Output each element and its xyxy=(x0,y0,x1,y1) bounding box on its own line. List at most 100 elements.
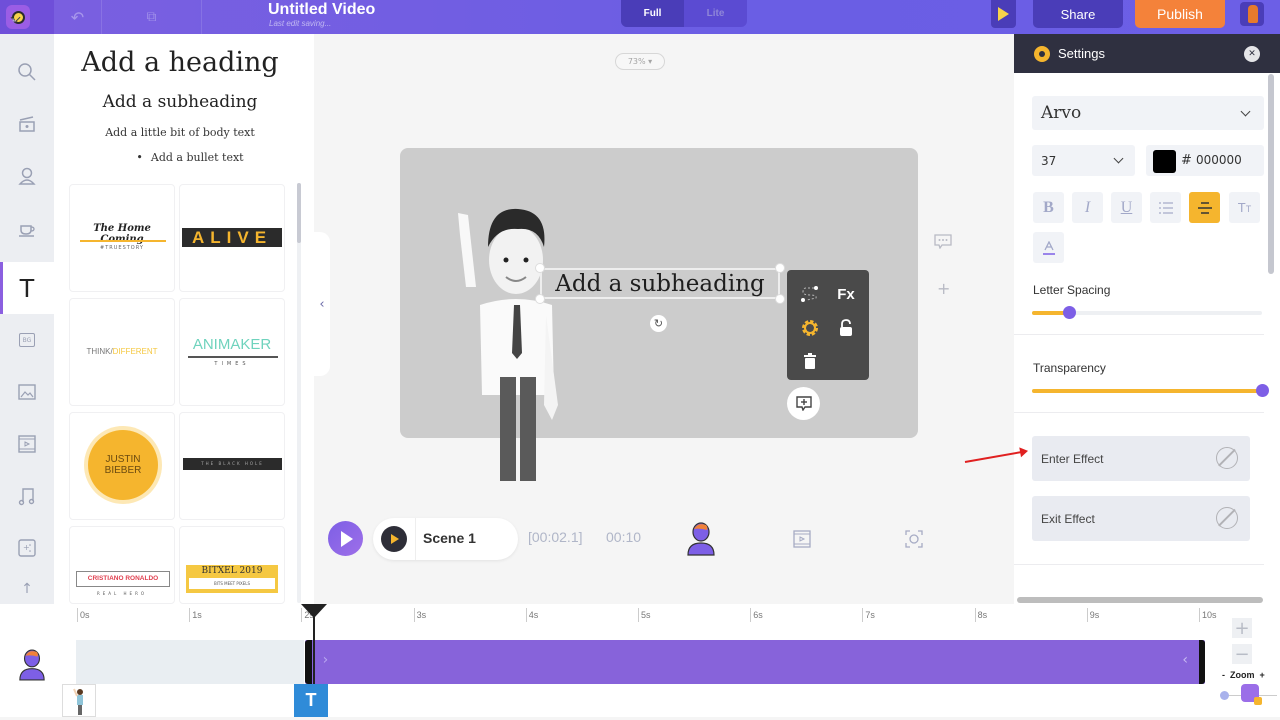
user-avatar[interactable] xyxy=(1240,2,1264,26)
template-title: JUSTIN xyxy=(105,454,141,465)
assistant-bot-icon[interactable] xyxy=(1241,684,1262,705)
template-card[interactable]: THE BLACK HOLE xyxy=(179,412,285,520)
play-button[interactable] xyxy=(328,521,363,556)
timeline-tick: 9s xyxy=(1086,608,1099,622)
add-bullet-text-preset[interactable]: Add a bullet text xyxy=(54,151,306,164)
resize-handle[interactable] xyxy=(535,263,545,273)
resize-handle[interactable] xyxy=(535,294,545,304)
template-card[interactable]: The Home Coming #TRUESTORY xyxy=(69,184,175,292)
camera-focus-icon[interactable] xyxy=(905,530,923,548)
text-highlight-button[interactable] xyxy=(1033,232,1064,263)
lock-button[interactable] xyxy=(833,316,859,340)
project-title[interactable]: Untitled Video xyxy=(268,1,375,19)
nav-images[interactable] xyxy=(0,366,54,418)
mode-full-button[interactable]: Full xyxy=(621,0,684,27)
template-subtitle: TIMES xyxy=(214,361,250,367)
settings-horizontal-scrollbar[interactable] xyxy=(1017,597,1263,603)
letter-spacing-slider[interactable] xyxy=(1032,306,1262,319)
chevron-down-icon xyxy=(1240,106,1251,117)
app-menu-button[interactable]: ⌄ xyxy=(0,0,54,34)
selected-text-element[interactable]: Add a subheading xyxy=(540,268,780,299)
template-card[interactable]: BITXEL 2019 BITS MEET PIXELS xyxy=(179,526,285,604)
scene-duration[interactable]: 00:10 xyxy=(606,529,641,545)
slider-knob[interactable] xyxy=(1256,384,1269,397)
nav-props[interactable] xyxy=(0,202,54,254)
collapse-panel-button[interactable]: ‹ xyxy=(314,232,330,376)
text-element-track[interactable]: › ‹ xyxy=(304,640,1205,684)
template-card[interactable]: ALIVE xyxy=(179,184,285,292)
add-scene-button[interactable]: + xyxy=(937,279,950,298)
preview-play-button[interactable] xyxy=(991,0,1016,28)
playhead[interactable] xyxy=(300,604,327,686)
nav-upload[interactable]: ↑ xyxy=(0,574,54,604)
zoom-slider-knob[interactable] xyxy=(1220,691,1229,700)
track-start-handle[interactable] xyxy=(304,640,312,684)
underline-button[interactable]: U xyxy=(1111,192,1142,223)
publish-button[interactable]: Publish xyxy=(1135,0,1225,28)
nav-music[interactable] xyxy=(0,470,54,522)
nav-video[interactable] xyxy=(0,418,54,470)
play-scene-button[interactable] xyxy=(381,526,407,552)
text-element-marker[interactable]: T xyxy=(294,684,328,717)
character-track-icon[interactable] xyxy=(686,521,716,557)
nav-scenes[interactable] xyxy=(0,98,54,150)
resize-handle[interactable] xyxy=(775,294,785,304)
resize-handle[interactable] xyxy=(775,263,785,273)
mode-lite-button[interactable]: Lite xyxy=(684,0,747,27)
track-end-handle[interactable] xyxy=(1198,640,1205,684)
font-family-select[interactable]: Arvo xyxy=(1032,96,1264,130)
character-thumbnail[interactable] xyxy=(62,684,96,717)
text-icon: T xyxy=(19,272,35,303)
nav-background[interactable]: BG xyxy=(0,314,54,366)
color-swatch[interactable] xyxy=(1153,150,1176,173)
add-comment-button[interactable] xyxy=(787,387,820,420)
add-heading-preset[interactable]: Add a heading xyxy=(54,47,306,78)
text-case-button[interactable]: TT xyxy=(1229,192,1260,223)
timeline-zoom-out-button[interactable]: − xyxy=(1232,643,1252,665)
minus-icon: − xyxy=(1234,643,1250,665)
timeline-zoom-in-button[interactable]: + xyxy=(1232,618,1252,639)
exit-effect-label: Exit Effect xyxy=(1041,511,1095,526)
exit-effect-button[interactable]: Exit Effect xyxy=(1032,496,1250,541)
text-panel-scroll-track[interactable] xyxy=(297,183,301,603)
nav-characters[interactable] xyxy=(0,150,54,202)
nav-search[interactable] xyxy=(0,46,54,98)
slider-knob[interactable] xyxy=(1062,306,1076,319)
template-card[interactable]: THINK/DIFFERENT xyxy=(69,298,175,406)
top-bar: ⌄ ↶ ⧉ Untitled Video Last edit saving...… xyxy=(0,0,1280,34)
scene-selector[interactable]: Scene 1 xyxy=(373,518,518,560)
character-man-waving[interactable] xyxy=(440,205,560,485)
settings-button[interactable] xyxy=(797,316,823,340)
comments-button[interactable] xyxy=(934,234,952,253)
font-size-select[interactable]: 37 xyxy=(1032,145,1135,176)
nav-effects[interactable]: + xyxy=(0,522,54,574)
character-track-icon[interactable] xyxy=(18,648,46,682)
bold-button[interactable]: B xyxy=(1033,192,1064,223)
motion-path-button[interactable] xyxy=(797,282,823,306)
undo-button[interactable]: ↶ xyxy=(54,0,102,34)
plus-icon: + xyxy=(937,279,951,298)
delete-button[interactable] xyxy=(797,349,823,373)
list-button[interactable] xyxy=(1150,192,1181,223)
share-button[interactable]: Share xyxy=(1033,0,1123,28)
text-color-picker[interactable]: # 000000 xyxy=(1146,145,1264,176)
template-card[interactable]: ANIMAKER TIMES xyxy=(179,298,285,406)
canvas-zoom-select[interactable]: 73% ▾ xyxy=(615,53,665,70)
video-clip-icon[interactable] xyxy=(793,530,811,548)
hex-input[interactable]: 000000 xyxy=(1196,153,1242,167)
duplicate-button[interactable]: ⧉ xyxy=(102,0,202,34)
add-subheading-preset[interactable]: Add a subheading xyxy=(54,92,306,112)
align-center-button[interactable] xyxy=(1189,192,1220,223)
rotate-handle[interactable]: ↻ xyxy=(650,315,667,332)
text-panel-scrollbar[interactable] xyxy=(297,183,301,243)
template-card[interactable]: CRISTIANO RONALDO REAL HERO xyxy=(69,526,175,604)
nav-text[interactable]: T xyxy=(0,262,54,314)
close-settings-button[interactable]: ✕ xyxy=(1244,46,1260,62)
enter-effect-button[interactable]: Enter Effect xyxy=(1032,436,1250,481)
add-body-text-preset[interactable]: Add a little bit of body text xyxy=(54,126,306,139)
italic-button[interactable]: I xyxy=(1072,192,1103,223)
settings-scrollbar[interactable] xyxy=(1268,74,1274,274)
effects-fx-button[interactable]: Fx xyxy=(833,282,859,306)
transparency-slider[interactable] xyxy=(1032,384,1269,397)
template-card[interactable]: JUSTIN BIEBER xyxy=(69,412,175,520)
